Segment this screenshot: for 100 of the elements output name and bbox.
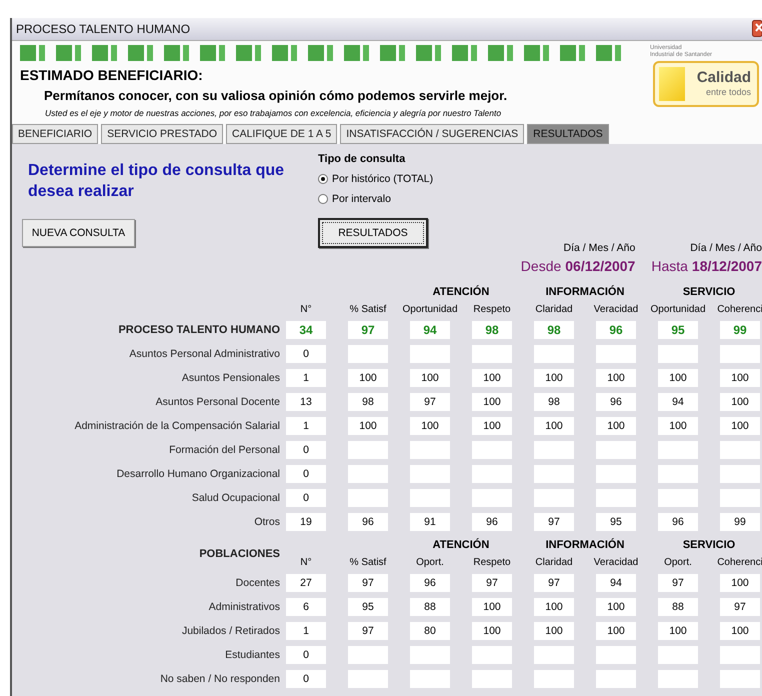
table-cell: 1 (286, 622, 326, 640)
row-label: Administración de la Compensación Salarial (74, 420, 280, 432)
row-label: Asuntos Pensionales (182, 372, 280, 384)
table-cell: 88 (410, 598, 450, 616)
group-header: ATENCIÓN (432, 539, 490, 551)
tab[interactable]: INSATISFACCIÓN / SUGERENCIAS (340, 124, 524, 144)
column-header: Claridad (535, 557, 573, 568)
table-cell: 1 (286, 417, 326, 435)
table-cell: 96 (658, 513, 698, 531)
tab[interactable]: SERVICIO PRESTADO (101, 124, 223, 144)
date-format: Día / Mes / Año (564, 242, 636, 254)
date-format: Día / Mes / Año (690, 242, 762, 254)
table-cell: 100 (720, 369, 760, 387)
group-header: SERVICIO (682, 539, 736, 551)
date-label: Desde (520, 258, 562, 274)
radio-option[interactable]: Por histórico (TOTAL) (318, 173, 434, 185)
table-cell: 96 (596, 321, 636, 339)
tagline: Usted es el eje y motor de nuestras acciones, por eso trabajamos con excelencia, eficiencia y alegría por nuestro Talento (45, 108, 502, 118)
column-header: Oportunidad (402, 304, 458, 315)
table-cell: 0 (286, 646, 326, 664)
row-label: Docentes (236, 577, 280, 589)
column-header: Veracidad (594, 557, 638, 568)
column-header: Coherenci (717, 304, 762, 315)
date-label: Hasta (651, 258, 688, 274)
table-cell: 97 (348, 321, 388, 339)
table-cell: 6 (286, 598, 326, 616)
column-header: N° (300, 557, 312, 568)
group-header: ATENCIÓN (432, 286, 490, 298)
table-cell: 0 (286, 345, 326, 363)
table-cell: 95 (596, 513, 636, 531)
table-cell: 100 (410, 417, 450, 435)
table-cell: 96 (472, 513, 512, 531)
table-cell: 99 (720, 513, 760, 531)
section-title: PROCESO TALENTO HUMANO (118, 324, 280, 336)
column-header: Respeto (473, 557, 511, 568)
table-cell: 100 (472, 417, 512, 435)
table-cell: 97 (534, 513, 574, 531)
table-cell: 100 (410, 369, 450, 387)
subheading: Permítanos conocer, con su valiosa opinión cómo podemos servirle mejor. (44, 88, 508, 103)
tab[interactable]: RESULTADOS (527, 124, 609, 144)
group-header: SERVICIO (682, 286, 736, 298)
table-cell: 100 (596, 622, 636, 640)
table-cell: 100 (534, 417, 574, 435)
column-header: Coherenci (717, 557, 762, 568)
prompt-text: Determine el tipo de consulta que desea realizar (28, 161, 286, 202)
column-header: Oport. (416, 557, 444, 568)
column-header: N° (300, 304, 312, 315)
table-cell: 96 (596, 393, 636, 411)
column-header: Respeto (473, 304, 511, 315)
table-cell: 94 (596, 574, 636, 592)
table-cell: 100 (534, 622, 574, 640)
logo: Calidad entre todos (653, 61, 759, 107)
radio-option[interactable]: Por intervalo (318, 193, 434, 205)
table-cell: 100 (534, 369, 574, 387)
row-label: Otros (254, 516, 280, 528)
table-cell: 34 (286, 321, 326, 339)
table-cell: 100 (596, 598, 636, 616)
table-cell: 13 (286, 393, 326, 411)
table-cell: 97 (348, 574, 388, 592)
table-cell: 98 (534, 393, 574, 411)
table-cell: 97 (534, 574, 574, 592)
row-label: Administrativos (208, 601, 280, 613)
table-cell: 100 (534, 598, 574, 616)
table-cell: 100 (596, 369, 636, 387)
tab[interactable]: CALIFIQUE DE 1 A 5 (226, 124, 338, 144)
table-cell: 97 (720, 598, 760, 616)
column-header: % Satisf (350, 304, 386, 315)
column-header: % Satisf (350, 557, 386, 568)
tab[interactable]: BENEFICIARIO (12, 124, 98, 144)
table-cell: 98 (534, 321, 574, 339)
new-query-button[interactable]: NUEVA CONSULTA (22, 219, 135, 247)
heading: ESTIMADO BENEFICIARIO: (20, 67, 203, 83)
table-cell: 96 (410, 574, 450, 592)
table-cell: 98 (348, 393, 388, 411)
table-cell: 98 (472, 321, 512, 339)
table-cell: 97 (472, 574, 512, 592)
row-label: Asuntos Personal Administrativo (129, 348, 280, 360)
table-cell: 80 (410, 622, 450, 640)
table-cell: 88 (658, 598, 698, 616)
row-label: Asuntos Personal Docente (156, 396, 280, 408)
table-cell: 91 (410, 513, 450, 531)
table-cell: 97 (410, 393, 450, 411)
table-cell: 100 (658, 369, 698, 387)
column-header: Oport. (664, 557, 692, 568)
table-cell: 0 (286, 441, 326, 459)
row-label: Jubilados / Retirados (182, 625, 280, 637)
table-cell: 100 (472, 393, 512, 411)
row-label: Desarrollo Humano Organizacional (116, 468, 280, 480)
table-cell: 100 (720, 622, 760, 640)
table-cell: 95 (348, 598, 388, 616)
table-cell: 100 (596, 417, 636, 435)
results-button[interactable]: RESULTADOS (318, 218, 428, 248)
table-cell: 94 (658, 393, 698, 411)
column-header: Claridad (535, 304, 573, 315)
table-cell: 1 (286, 369, 326, 387)
table-cell: 99 (720, 321, 760, 339)
row-label: Salud Ocupacional (192, 492, 280, 504)
table-cell: 97 (348, 622, 388, 640)
table-cell: 0 (286, 489, 326, 507)
table-cell: 94 (410, 321, 450, 339)
